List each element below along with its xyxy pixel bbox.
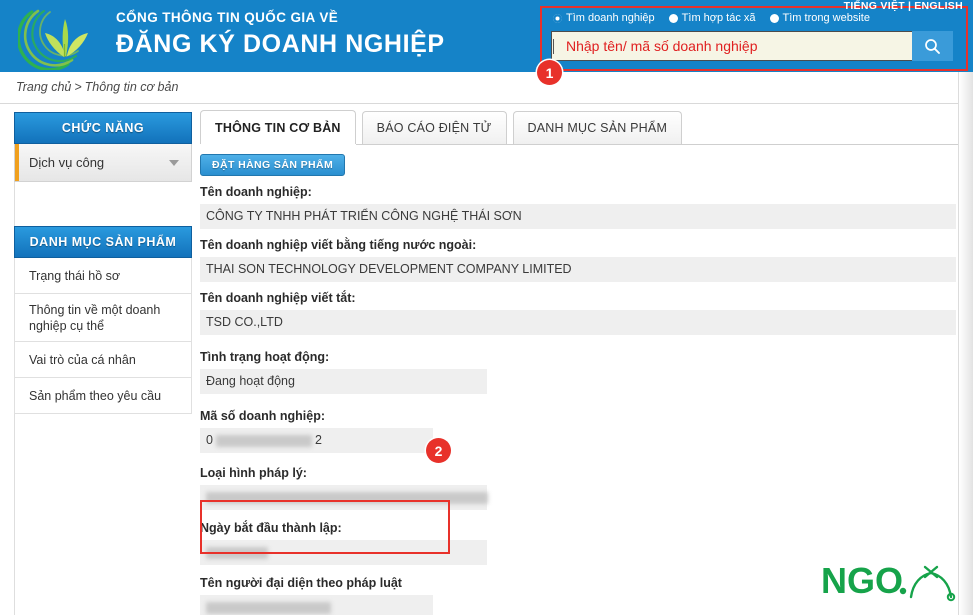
radio-label-1: Tìm hợp tác xã [681, 12, 756, 24]
field-ten-viet-tat: Tên doanh nghiệp viết tắt: TSD CO.,LTD [200, 290, 958, 335]
field-label: Mã số doanh nghiệp: [200, 409, 325, 423]
field-label: Loại hình pháp lý: [200, 466, 307, 480]
site-header: CỔNG THÔNG TIN QUỐC GIA VỀ ĐĂNG KÝ DOANH… [0, 0, 973, 72]
sidebar-item-san-pham-theo-yeu-cau[interactable]: Sản phẩm theo yêu cầu [14, 378, 192, 414]
lang-vietnamese-link[interactable]: TIẾNG VIỆT [844, 0, 905, 12]
ngo-watermark-text: NGO [821, 560, 903, 601]
field-value: TSD CO.,LTD [200, 310, 956, 335]
chevron-down-icon[interactable] [169, 159, 179, 166]
brand-line-2: ĐĂNG KÝ DOANH NGHIỆP [116, 30, 445, 58]
search-icon [925, 38, 940, 54]
order-product-button[interactable]: ĐẶT HÀNG SẢN PHẨM [200, 154, 346, 176]
search-scope-radio-group: Tìm doanh nghiệp Tìm hợp tác xã Tìm tron… [553, 13, 870, 24]
annotation-badge-1: 1 [537, 60, 562, 85]
redacted-value: 0 2 [206, 432, 427, 449]
brand-title: CỔNG THÔNG TIN QUỐC GIA VỀ ĐĂNG KÝ DOANH… [116, 9, 445, 60]
sidebar-item-dich-vu-cong[interactable]: Dịch vụ công [14, 144, 192, 182]
sidebar-item-thong-tin-doanh-nghiep[interactable]: Thông tin về một doanh nghiệp cụ thể [14, 294, 192, 342]
search-input[interactable] [551, 31, 912, 61]
page-body: CHỨC NĂNG Dịch vụ công DANH MỤC SẢN PHẨM… [0, 104, 973, 615]
field-label: Ngày bắt đầu thành lập: [200, 521, 342, 535]
sidebar-catalog-header: DANH MỤC SẢN PHẨM [14, 226, 192, 258]
redaction-block [206, 491, 488, 504]
search-panel: Tìm doanh nghiệp Tìm hợp tác xã Tìm tron… [543, 9, 963, 68]
main-content: THÔNG TIN CƠ BẢN BÁO CÁO ĐIỆN TỬ DANH MỤ… [200, 109, 958, 615]
lang-separator: | [907, 0, 912, 12]
page-root: CỔNG THÔNG TIN QUỐC GIA VỀ ĐĂNG KÝ DOANH… [0, 0, 973, 615]
field-ten-tieng-nuoc-ngoai: Tên doanh nghiệp viết bằng tiếng nước ng… [200, 237, 958, 282]
field-value [200, 595, 433, 615]
redaction-block [215, 434, 312, 447]
page-right-rule [958, 72, 959, 615]
breadcrumb-separator: > [74, 80, 82, 94]
field-loai-hinh-phap-ly: Loại hình pháp lý: [200, 465, 958, 510]
language-switcher: TIẾNG VIỆT | ENGLISH [844, 0, 963, 12]
radio-label-0: Tìm doanh nghiệp [566, 12, 655, 24]
tab-danh-muc-san-pham[interactable]: DANH MỤC SẢN PHẨM [512, 111, 683, 144]
ngo-watermark: NGO [819, 553, 961, 611]
radio-dot-icon[interactable] [668, 14, 678, 23]
field-ten-doanh-nghiep: Tên doanh nghiệp: CÔNG TY TNHH PHÁT TRIỂ… [200, 184, 958, 229]
field-value: THAI SON TECHNOLOGY DEVELOPMENT COMPANY … [200, 257, 956, 282]
radio-label-2: Tìm trong website [782, 12, 870, 24]
field-label: Tình trạng hoạt động: [200, 350, 330, 364]
field-ma-so-doanh-nghiep: Mã số doanh nghiệp: 0 2 [200, 408, 958, 453]
field-value: Đang hoạt động [200, 369, 487, 394]
field-value [200, 540, 487, 565]
annotation-badge-2: 2 [426, 438, 451, 463]
field-tinh-trang-hoat-dong: Tình trạng hoạt động: Đang hoạt động [200, 349, 958, 394]
breadcrumb-current: Thông tin cơ bản [84, 80, 179, 94]
sidebar-item-label: Trạng thái hồ sơ [29, 268, 121, 283]
radio-dot-icon[interactable] [553, 14, 562, 23]
value-suffix: 2 [314, 433, 322, 447]
field-value: 0 2 [200, 428, 433, 453]
sidebar-item-label: Vai trò của cá nhân [29, 352, 136, 367]
radio-dot-icon[interactable] [769, 14, 779, 23]
field-label: Tên doanh nghiệp viết tắt: [200, 291, 356, 305]
breadcrumb: Trang chủ > Thông tin cơ bản [16, 80, 178, 94]
redaction-block [206, 546, 268, 559]
sidebar: CHỨC NĂNG Dịch vụ công DANH MỤC SẢN PHẨM… [14, 112, 192, 414]
radio-tim-trong-website[interactable]: Tìm trong website [769, 12, 870, 24]
sidebar-functions-header: CHỨC NĂNG [14, 112, 192, 144]
field-label: Tên doanh nghiệp viết bằng tiếng nước ng… [200, 238, 477, 252]
breadcrumb-home-link[interactable]: Trang chủ [16, 80, 71, 94]
search-row [551, 31, 953, 61]
radio-tim-hop-tac-xa[interactable]: Tìm hợp tác xã [668, 12, 756, 24]
field-value [200, 485, 488, 510]
brand-line-1: CỔNG THÔNG TIN QUỐC GIA VỀ [116, 10, 339, 25]
tab-bar: THÔNG TIN CƠ BẢN BÁO CÁO ĐIỆN TỬ DANH MỤ… [200, 109, 958, 145]
field-label: Tên doanh nghiệp: [200, 185, 312, 199]
sidebar-item-label: Dịch vụ công [29, 155, 105, 170]
radio-tim-doanh-nghiep[interactable]: Tìm doanh nghiệp [553, 13, 655, 24]
text-cursor [553, 39, 554, 54]
redaction-block [206, 601, 331, 614]
field-value: CÔNG TY TNHH PHÁT TRIỂN CÔNG NGHỆ THÁI S… [200, 204, 956, 229]
sidebar-item-trang-thai-ho-so[interactable]: Trạng thái hồ sơ [14, 258, 192, 294]
tab-bao-cao-dien-tu[interactable]: BÁO CÁO ĐIỆN TỬ [361, 111, 507, 144]
page-right-edge [959, 72, 973, 615]
search-button[interactable] [912, 31, 953, 61]
sidebar-item-label: Sản phẩm theo yêu cầu [29, 388, 162, 403]
site-logo[interactable] [16, 2, 110, 72]
breadcrumb-bar: Trang chủ > Thông tin cơ bản [0, 72, 973, 104]
value-prefix: 0 [206, 433, 213, 447]
sidebar-item-label: Thông tin về một doanh nghiệp cụ thể [29, 302, 161, 333]
sidebar-item-vai-tro-ca-nhan[interactable]: Vai trò của cá nhân [14, 342, 192, 378]
active-accent-bar [15, 144, 19, 181]
lang-english-link[interactable]: ENGLISH [914, 0, 963, 12]
tab-thong-tin-co-ban[interactable]: THÔNG TIN CƠ BẢN [200, 110, 356, 144]
